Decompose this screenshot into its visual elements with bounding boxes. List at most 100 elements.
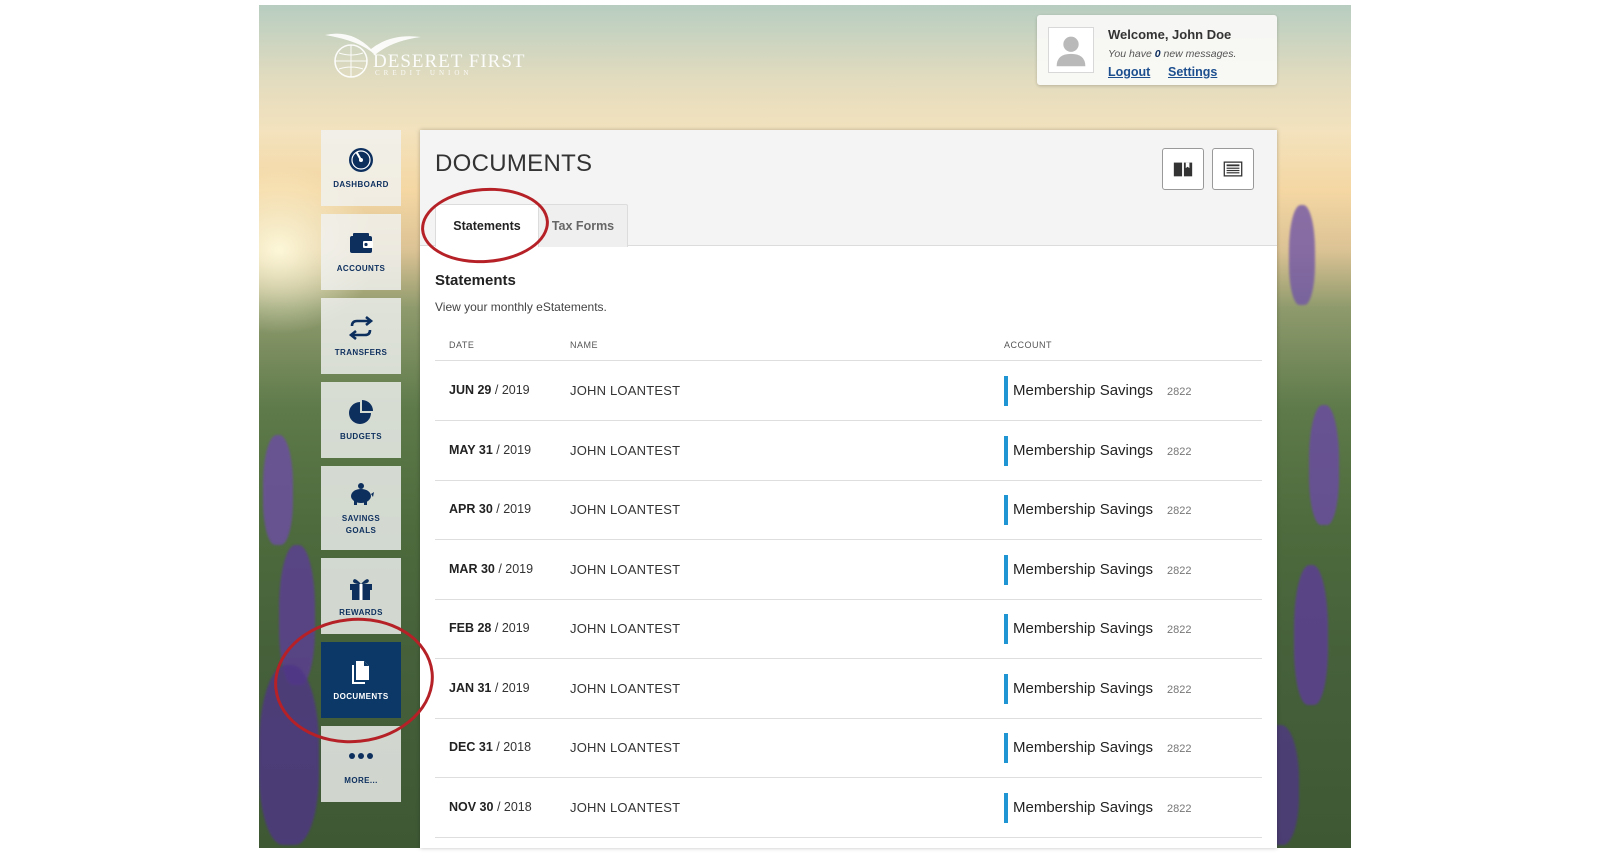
logout-link[interactable]: Logout (1108, 65, 1150, 79)
statement-name: JOHN LOANTEST (570, 502, 681, 517)
nav-label: MORE... (344, 775, 378, 785)
nav-label: TRANSFERS (334, 347, 388, 357)
book-icon (1173, 162, 1193, 177)
wallet-icon (350, 232, 373, 253)
statement-account: Membership Savings (1013, 382, 1154, 399)
welcome-title: Welcome, John Doe (1108, 27, 1232, 42)
statement-year: / 2018 (496, 740, 532, 754)
nav-accounts[interactable]: ACCOUNTS (321, 214, 401, 290)
statement-date: FEB 28 / 2019 (449, 621, 530, 635)
documents-panel: DOCUMENTS Statements Tax Forms Statement… (420, 130, 1277, 848)
account-color-bar (1004, 733, 1008, 763)
messages-text: You have 0 new messages. (1108, 48, 1236, 60)
account-color-bar (1004, 554, 1008, 585)
statement-year: / 2019 (496, 442, 532, 457)
guide-button[interactable] (1162, 148, 1204, 190)
transfer-arrows-icon (348, 315, 374, 340)
statement-month-day: MAR 30 (449, 561, 495, 576)
account-color-bar (1004, 495, 1008, 525)
nav-transfers[interactable]: TRANSFERS (321, 298, 401, 374)
table-row[interactable]: DEC 31 / 2018 JOHN LOANTEST Membership Sav… (435, 718, 1262, 778)
messages-prefix: You have (1108, 48, 1152, 60)
statement-account-number: 2822 (1167, 802, 1192, 815)
nav-label: BUDGETS (340, 431, 382, 441)
user-avatar-icon (1056, 36, 1086, 67)
nav-rewards[interactable]: REWARDS (321, 558, 401, 634)
statement-account: Membership Savings (1013, 501, 1154, 518)
statement-date: NOV 30 / 2018 (449, 800, 532, 814)
account-color-bar (1004, 673, 1008, 704)
newspaper-icon (1223, 161, 1243, 177)
gift-icon (350, 578, 372, 600)
table-row[interactable]: NOV 30 / 2018 JOHN LOANTEST Membership Sav… (435, 778, 1262, 838)
table-row[interactable]: MAY 31 / 2019 JOHN LOANTEST Membership Sav… (435, 421, 1262, 481)
nav-more[interactable]: MORE... (321, 726, 401, 802)
statement-year: / 2019 (498, 561, 534, 576)
nav-label: REWARDS (339, 607, 383, 617)
nav-label: ACCOUNTS (336, 263, 386, 273)
statement-month-day: FEB 28 (449, 621, 492, 635)
statement-month-day: JAN 31 (449, 680, 492, 695)
statement-month-day: NOV 30 (449, 799, 494, 814)
statement-account-number: 2822 (1167, 683, 1192, 696)
statement-account: Membership Savings (1013, 620, 1154, 637)
flower-decoration (1289, 205, 1315, 305)
statement-month-day: JUN 29 (449, 383, 492, 397)
table-row[interactable]: APR 30 / 2019 JOHN LOANTEST Membership Sav… (435, 480, 1262, 540)
account-color-bar (1004, 614, 1008, 644)
statement-account-number: 2822 (1167, 386, 1192, 398)
nav-savings-goals[interactable]: SAVINGS GOALS (321, 466, 401, 550)
nav-budgets[interactable]: BUDGETS (321, 382, 401, 458)
statement-year: / 2019 (494, 621, 530, 635)
section-subtitle: View your monthly eStatements. (435, 300, 607, 314)
table-row[interactable]: JAN 31 / 2019 JOHN LOANTEST Membership Sav… (435, 659, 1262, 719)
section-title: Statements (435, 272, 516, 289)
statement-account-number: 2822 (1167, 505, 1192, 517)
statement-account-number: 2822 (1167, 445, 1192, 458)
column-header-date[interactable]: DATE (449, 340, 474, 350)
column-header-account[interactable]: ACCOUNT (1004, 340, 1052, 350)
messages-count[interactable]: 0 (1155, 48, 1161, 60)
table-row[interactable]: JUN 29 / 2019 JOHN LOANTEST Membership Sav… (435, 361, 1262, 421)
statement-date: JUN 29 / 2019 (449, 383, 530, 397)
statement-month-day: APR 30 (449, 502, 493, 516)
more-dots-icon (349, 752, 373, 759)
statement-account: Membership Savings (1013, 560, 1154, 578)
table-row[interactable]: MAR 30 / 2019 JOHN LOANTEST Membership Sav… (435, 540, 1262, 600)
flower-decoration (259, 665, 319, 845)
statement-month-day: DEC 31 (449, 740, 493, 754)
statement-year: / 2019 (494, 680, 530, 695)
statement-year: / 2019 (494, 383, 530, 397)
column-header-name[interactable]: NAME (570, 340, 598, 350)
statement-account: Membership Savings (1013, 441, 1154, 459)
pie-chart-icon (349, 399, 373, 424)
statement-account-number: 2822 (1167, 743, 1192, 755)
settings-link[interactable]: Settings (1168, 65, 1217, 79)
statement-month-day: MAY 31 (449, 442, 493, 457)
flower-decoration (279, 545, 315, 685)
nav-documents[interactable]: DOCUMENTS (321, 642, 401, 718)
nav-dashboard[interactable]: DASHBOARD (321, 130, 401, 206)
account-color-bar (1004, 376, 1008, 406)
avatar (1048, 27, 1094, 73)
table-row[interactable]: FEB 28 / 2019 JOHN LOANTEST Membership Sav… (435, 599, 1262, 659)
statement-name: JOHN LOANTEST (570, 680, 681, 696)
tab-tax-forms[interactable]: Tax Forms (538, 204, 628, 247)
statement-name: JOHN LOANTEST (570, 383, 681, 398)
statement-name: JOHN LOANTEST (570, 621, 681, 636)
tab-statements[interactable]: Statements (435, 204, 539, 247)
news-button[interactable] (1212, 148, 1254, 190)
account-color-bar (1004, 792, 1008, 823)
dashboard-gauge-icon (349, 147, 373, 172)
statement-account: Membership Savings (1013, 798, 1154, 816)
statement-date: APR 30 / 2019 (449, 502, 531, 516)
statement-year: / 2019 (496, 502, 532, 516)
flower-decoration (1294, 565, 1328, 705)
statement-date: MAR 30 / 2019 (449, 562, 533, 576)
nav-label: DOCUMENTS (333, 691, 389, 701)
welcome-card: Welcome, John Doe You have 0 new message… (1037, 15, 1277, 85)
statement-name: JOHN LOANTEST (570, 740, 681, 755)
piggy-bank-icon (351, 482, 374, 505)
panel-header: DOCUMENTS Statements Tax Forms (420, 130, 1277, 247)
messages-suffix: new messages. (1163, 48, 1237, 60)
